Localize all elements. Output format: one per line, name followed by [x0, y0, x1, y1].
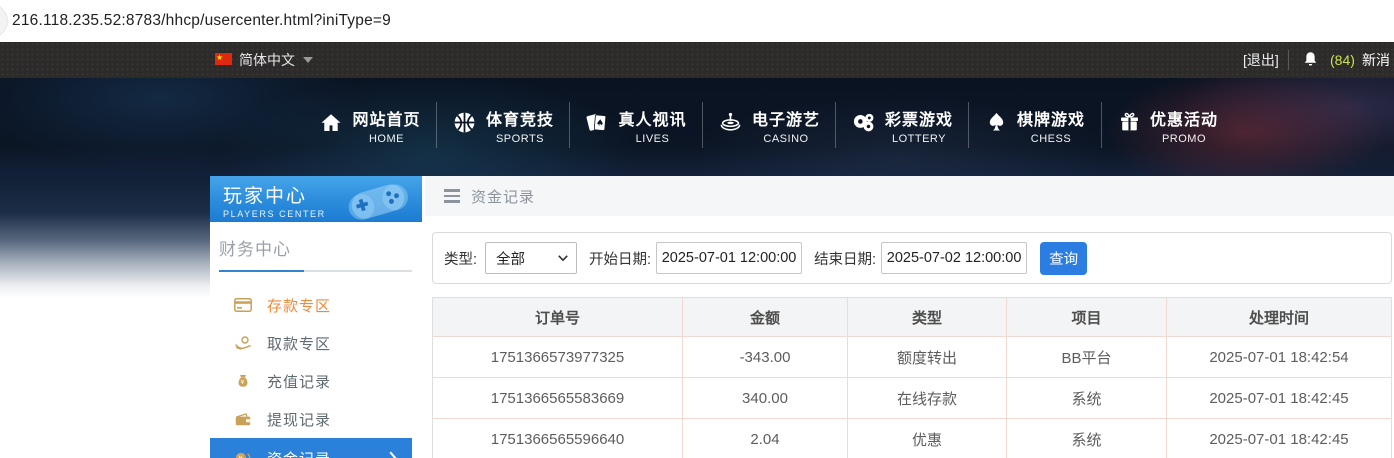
- language-selector[interactable]: 简体中文: [239, 42, 295, 78]
- basketball-icon: [452, 110, 477, 140]
- cell-time: 2025-07-01 18:42:45: [1209, 389, 1349, 407]
- chevron-down-icon: [558, 255, 568, 261]
- col-header-order-id: 订单号: [433, 298, 683, 336]
- spade-icon: [985, 111, 1008, 139]
- logout-button[interactable]: [退出]: [1243, 42, 1279, 78]
- browser-url-bar: 216.118.235.52:8783/hhcp/usercenter.html…: [0, 0, 1394, 42]
- topbar-divider: [1288, 50, 1289, 70]
- money-bag-icon: ¥: [233, 374, 252, 388]
- nav-item-chess[interactable]: 棋牌游戏 CHESS: [969, 95, 1101, 155]
- cell-amount: 2.04: [683, 419, 848, 458]
- sidebar-item-recharge-record[interactable]: ¥ 充值记录: [210, 362, 412, 400]
- roulette-icon: [718, 110, 743, 140]
- main-nav: 网站首页 HOME 体育竞技 SPORTS ♠ 真人视讯 LIVES 电子游艺 CASI…: [0, 78, 1394, 176]
- cell-project: BB平台: [1007, 337, 1167, 377]
- col-header-type: 类型: [848, 298, 1007, 336]
- message-count-badge[interactable]: (84): [1330, 42, 1355, 78]
- cell-amount: -343.00: [683, 337, 848, 377]
- svg-text:¥: ¥: [238, 454, 243, 458]
- nav-item-casino[interactable]: 电子游艺 CASINO: [703, 95, 835, 155]
- cell-order-id: 1751366565583669: [433, 378, 683, 418]
- sidebar-header: 玩家中心 PLAYERS CENTER: [210, 176, 422, 222]
- cell-time: 2025-07-01 18:42:54: [1209, 348, 1349, 366]
- china-flag-icon: ★: [215, 53, 232, 65]
- page-url[interactable]: 216.118.235.52:8783/hhcp/usercenter.html…: [12, 0, 391, 42]
- cell-amount: 340.00: [683, 378, 848, 418]
- sidebar-item-label: 提现记录: [267, 411, 332, 429]
- nav-item-lives[interactable]: ♠ 真人视讯 LIVES: [570, 95, 702, 155]
- sidebar-item-label: 充值记录: [267, 373, 332, 391]
- search-button[interactable]: 查询: [1040, 241, 1088, 275]
- table-row: 1751366573977325 -343.00 额度转出 BB平台 2025-…: [433, 336, 1391, 377]
- start-date-input[interactable]: [656, 242, 803, 274]
- col-header-time: 处理时间: [1248, 309, 1309, 327]
- home-icon: [319, 111, 343, 140]
- cell-project: 系统: [1007, 419, 1167, 458]
- nav-item-lottery[interactable]: 彩票游戏 LOTTERY: [836, 95, 968, 155]
- cell-type: 在线存款: [848, 378, 1007, 418]
- player-center-sidebar: 玩家中心 PLAYERS CENTER 财务中心 存款专区 取款专区 ¥ 充值记…: [210, 176, 422, 458]
- sidebar-item-label: 存款专区: [267, 297, 332, 315]
- chevron-right-icon: [389, 451, 397, 458]
- sidebar-item-label: 取款专区: [267, 335, 332, 353]
- cell-project: 系统: [1007, 378, 1167, 418]
- sidebar-section-finance[interactable]: 财务中心: [219, 235, 422, 260]
- coins-icon: ¥: [233, 451, 252, 458]
- type-label: 类型:: [444, 251, 478, 268]
- cell-order-id: 1751366573977325: [433, 337, 683, 377]
- nav-item-home[interactable]: 网站首页 HOME: [304, 95, 436, 155]
- cell-type: 额度转出: [848, 337, 1007, 377]
- nav-item-sports[interactable]: 体育竞技 SPORTS: [437, 95, 569, 155]
- cell-order-id: 1751366565596640: [433, 419, 683, 458]
- filter-panel: 类型: 全部 开始日期: 结束日期: 查询: [432, 232, 1392, 284]
- bank-card-icon: [233, 298, 252, 312]
- sidebar-menu: 存款专区 取款专区 ¥ 充值记录 提现记录 ¥ 资金记录: [210, 286, 422, 458]
- type-select[interactable]: 全部: [485, 242, 578, 274]
- section-underline: [219, 270, 412, 272]
- sidebar-item-withdrawal-record[interactable]: 提现记录: [210, 400, 412, 438]
- table-header-row: 订单号 金额 类型 项目 处理时间: [433, 298, 1391, 336]
- bell-icon[interactable]: [1302, 51, 1319, 73]
- urlbar-pill-edge: [0, 4, 8, 38]
- sidebar-item-funds-record[interactable]: ¥ 资金记录: [210, 438, 412, 458]
- background-fade: [0, 176, 210, 298]
- page-title: 资金记录: [471, 188, 536, 206]
- cards-icon: ♠: [585, 111, 609, 140]
- chevron-down-icon[interactable]: [303, 57, 313, 63]
- start-date-label: 开始日期:: [589, 251, 652, 268]
- main-content: 资金记录 类型: 全部 开始日期: 结束日期: 查询 订单号 金额 类型 项目 …: [425, 176, 1394, 458]
- end-date-input[interactable]: [881, 242, 1028, 274]
- svg-text:♠: ♠: [596, 118, 605, 129]
- lottery-balls-icon: [851, 110, 876, 140]
- end-date-label: 结束日期:: [814, 251, 877, 268]
- cell-type: 优惠: [848, 419, 1007, 458]
- table-row: 1751366565583669 340.00 在线存款 系统 2025-07-…: [433, 377, 1391, 418]
- hand-coin-icon: [233, 336, 252, 350]
- col-header-amount: 金额: [683, 298, 848, 336]
- wallet-icon: [233, 412, 252, 426]
- breadcrumb-bar: 资金记录: [425, 176, 1394, 216]
- nav-item-promo[interactable]: 优惠活动 PROMO: [1102, 95, 1234, 155]
- col-header-project: 项目: [1007, 298, 1167, 336]
- gamepad-icon: [336, 176, 420, 222]
- gift-icon: [1118, 111, 1141, 139]
- sidebar-item-deposit[interactable]: 存款专区: [210, 286, 412, 324]
- cell-time: 2025-07-01 18:42:45: [1209, 430, 1349, 448]
- sidebar-item-withdraw[interactable]: 取款专区: [210, 324, 412, 362]
- top-utility-bar: ★ 简体中文 [退出] (84) 新消息: [0, 42, 1394, 114]
- svg-text:¥: ¥: [240, 378, 245, 386]
- sidebar-item-label: 资金记录: [267, 448, 331, 458]
- table-row: 1751366565596640 2.04 优惠 系统 2025-07-01 1…: [433, 418, 1391, 458]
- list-icon: [444, 189, 460, 203]
- funds-table: 订单号 金额 类型 项目 处理时间 1751366573977325 -343.…: [432, 297, 1392, 458]
